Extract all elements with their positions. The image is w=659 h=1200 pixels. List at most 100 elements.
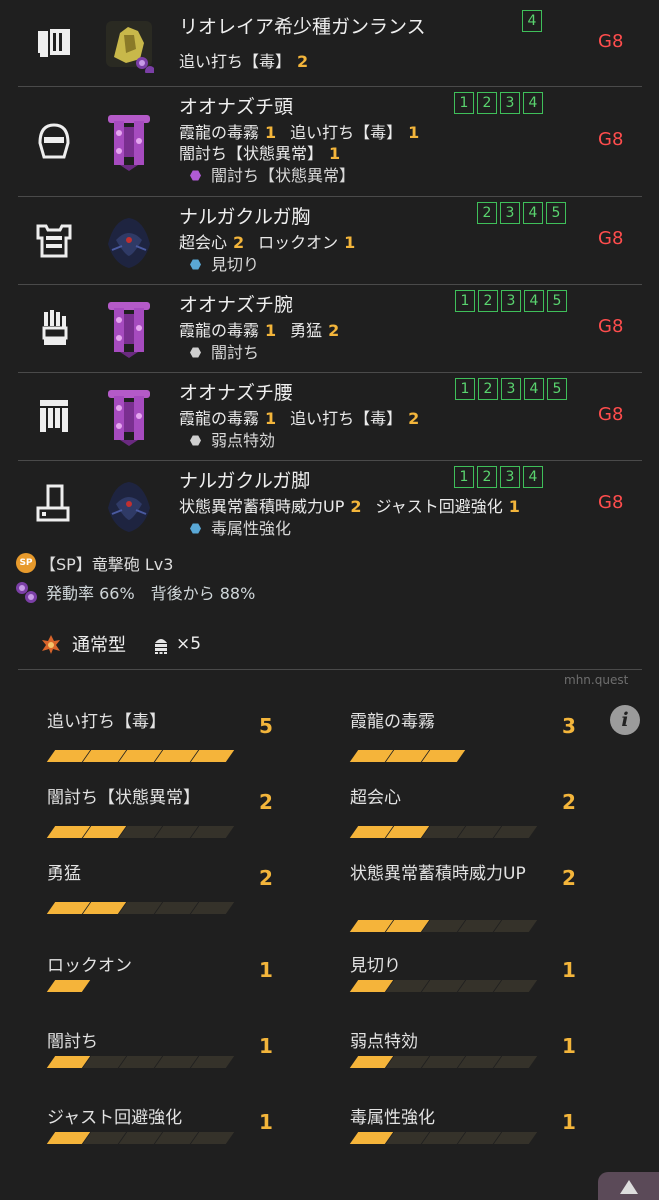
decoration: 弱点特効 bbox=[190, 427, 275, 451]
summary-skill-level: 1 bbox=[259, 1110, 273, 1134]
level-bar bbox=[349, 920, 538, 932]
hexagon-icon bbox=[190, 170, 201, 181]
slot-box: 2 bbox=[478, 290, 498, 312]
skill-level: 2 bbox=[328, 321, 340, 340]
summary-skill-name: 闇討ち bbox=[47, 1032, 98, 1052]
level-bar bbox=[46, 826, 235, 838]
skill-name: 追い打ち【毒】 bbox=[290, 409, 403, 428]
slot-box: 4 bbox=[523, 202, 543, 224]
equipment-name: ナルガクルガ脚 bbox=[179, 470, 311, 492]
skill-name: 霞龍の毒霧 bbox=[179, 321, 260, 340]
level-bar bbox=[349, 1132, 538, 1144]
slot-box: 5 bbox=[546, 202, 566, 224]
decoration-label: 闇討ち bbox=[211, 343, 260, 362]
shell-type-icon bbox=[42, 635, 60, 654]
slot-box: 2 bbox=[478, 378, 498, 400]
decoration-label: 毒属性強化 bbox=[211, 519, 292, 538]
weapon-icon bbox=[34, 23, 74, 63]
equipment-row[interactable]: リオレイア希少種ガンランス 追い打ち【毒】 2 4 G8 bbox=[0, 0, 659, 86]
chevron-up-icon bbox=[619, 1180, 638, 1194]
skill-name: 闇討ち【状態異常】 bbox=[179, 144, 324, 163]
summary-skill-name: 毒属性強化 bbox=[350, 1108, 435, 1128]
level-bar-filled bbox=[46, 980, 91, 992]
equipment-row[interactable]: オオナズチ頭 霞龍の毒霧 1 追い打ち【毒】 1 闇討ち【状態異常】 1 闇討ち【状態異常】 1… bbox=[0, 86, 659, 196]
equipment-row[interactable]: オオナズチ腰 霞龍の毒霧 1 追い打ち【毒】 2 弱点特効 1 2 3 4 5 G8 bbox=[0, 372, 659, 460]
slot-boxes: 2345 bbox=[477, 202, 566, 224]
slot-box: 3 bbox=[500, 92, 520, 114]
special-row: SP 【SP】竜撃砲 Lv3 bbox=[16, 551, 173, 575]
slot-box: 5 bbox=[547, 290, 567, 312]
decoration-label: 弱点特効 bbox=[211, 431, 276, 450]
rate-orbs-icon bbox=[16, 582, 37, 603]
summary-skill-name: 霞龍の毒霧 bbox=[350, 712, 435, 732]
hexagon-icon bbox=[190, 523, 201, 534]
decoration: 闇討ち bbox=[190, 339, 259, 363]
equipment-name: リオレイア希少種ガンランス bbox=[179, 16, 426, 38]
level-bar bbox=[46, 1132, 235, 1144]
equipment-row[interactable]: ナルガクルガ胸 超会心 2 ロックオン 1 見切り 2 3 4 5 G8 bbox=[0, 196, 659, 284]
summary-skill-level: 2 bbox=[562, 866, 576, 890]
scroll-top-button[interactable] bbox=[598, 1172, 659, 1200]
slot-box: 1 bbox=[454, 92, 474, 114]
special-text: 【SP】竜撃砲 Lv3 bbox=[40, 555, 174, 574]
level-bar-empty bbox=[493, 920, 538, 932]
summary-skill-name: 追い打ち【毒】 bbox=[47, 712, 166, 732]
decoration-label: 見切り bbox=[211, 255, 260, 274]
level-bar-empty bbox=[493, 1132, 538, 1144]
summary-skill-name: 状態異常蓄積時威力UP bbox=[350, 864, 526, 884]
chameleos-icon bbox=[104, 386, 154, 446]
level-bar-empty bbox=[190, 1132, 235, 1144]
summary-skill-level: 1 bbox=[259, 958, 273, 982]
equipment-skills: 霞龍の毒霧 1 勇猛 2 bbox=[179, 317, 353, 341]
level-bar-filled bbox=[190, 750, 235, 762]
level-bar bbox=[46, 902, 235, 914]
rathalos-icon bbox=[104, 13, 155, 76]
grade-label: G8 bbox=[598, 492, 624, 513]
rates-text: 発動率 66% 背後から 88% bbox=[46, 584, 256, 603]
waist-icon bbox=[34, 396, 74, 436]
summary-skill-level: 5 bbox=[259, 714, 273, 738]
skill-level: 1 bbox=[265, 409, 277, 428]
summary-skill-name: 弱点特効 bbox=[350, 1032, 418, 1052]
slot-boxes: 4 bbox=[522, 10, 542, 32]
skill-name: ジャスト回避強化 bbox=[375, 497, 503, 516]
summary-skill-level: 1 bbox=[562, 1110, 576, 1134]
grade-label: G8 bbox=[598, 31, 624, 52]
leg-icon bbox=[34, 484, 74, 524]
summary-skill-name: ジャスト回避強化 bbox=[47, 1108, 183, 1128]
skill-level: 1 bbox=[329, 144, 341, 163]
slot-box: 3 bbox=[500, 466, 520, 488]
level-bar-empty bbox=[493, 980, 538, 992]
skill-name: 超会心 bbox=[179, 233, 228, 252]
equipment-row[interactable]: ナルガクルガ脚 状態異常蓄積時威力UP 2 ジャスト回避強化 1 毒属性強化 1 2 3 4 G8 bbox=[0, 460, 659, 548]
ammo-count: ×5 bbox=[176, 634, 202, 654]
slot-box: 4 bbox=[524, 290, 544, 312]
skill-level: 2 bbox=[297, 52, 309, 71]
info-button[interactable]: i bbox=[610, 705, 640, 735]
slot-box: 1 bbox=[454, 466, 474, 488]
rates-row: 発動率 66% 背後から 88% bbox=[14, 580, 255, 604]
divider bbox=[18, 669, 642, 670]
equipment-skills: 闇討ち【状態異常】 1 bbox=[179, 140, 354, 164]
equipment-skills: 霞龍の毒霧 1 追い打ち【毒】 2 bbox=[179, 405, 433, 429]
equipment-name: オオナズチ頭 bbox=[179, 96, 294, 118]
equipment-row[interactable]: オオナズチ腕 霞龍の毒霧 1 勇猛 2 闇討ち 1 2 3 4 5 G8 bbox=[0, 284, 659, 372]
summary-skill-level: 3 bbox=[562, 714, 576, 738]
helmet-icon bbox=[34, 121, 74, 161]
decoration: 見切り bbox=[190, 251, 259, 275]
nargacuga-icon bbox=[104, 210, 154, 270]
skill-name: 追い打ち【毒】 bbox=[179, 52, 292, 71]
summary-skill-name: 超会心 bbox=[350, 788, 401, 808]
slot-box: 3 bbox=[500, 202, 520, 224]
slot-boxes: 1234 bbox=[454, 466, 543, 488]
level-bar-empty bbox=[190, 826, 235, 838]
equipment-name: ナルガクルガ胸 bbox=[179, 206, 311, 228]
level-bar bbox=[46, 750, 235, 762]
slot-box: 1 bbox=[455, 290, 475, 312]
skill-level: 1 bbox=[344, 233, 356, 252]
slot-box: 4 bbox=[522, 10, 542, 32]
skill-level: 1 bbox=[408, 123, 420, 142]
level-bar bbox=[46, 1056, 235, 1068]
decoration-label: 闇討ち【状態異常】 bbox=[211, 166, 356, 185]
grade-label: G8 bbox=[598, 228, 624, 249]
